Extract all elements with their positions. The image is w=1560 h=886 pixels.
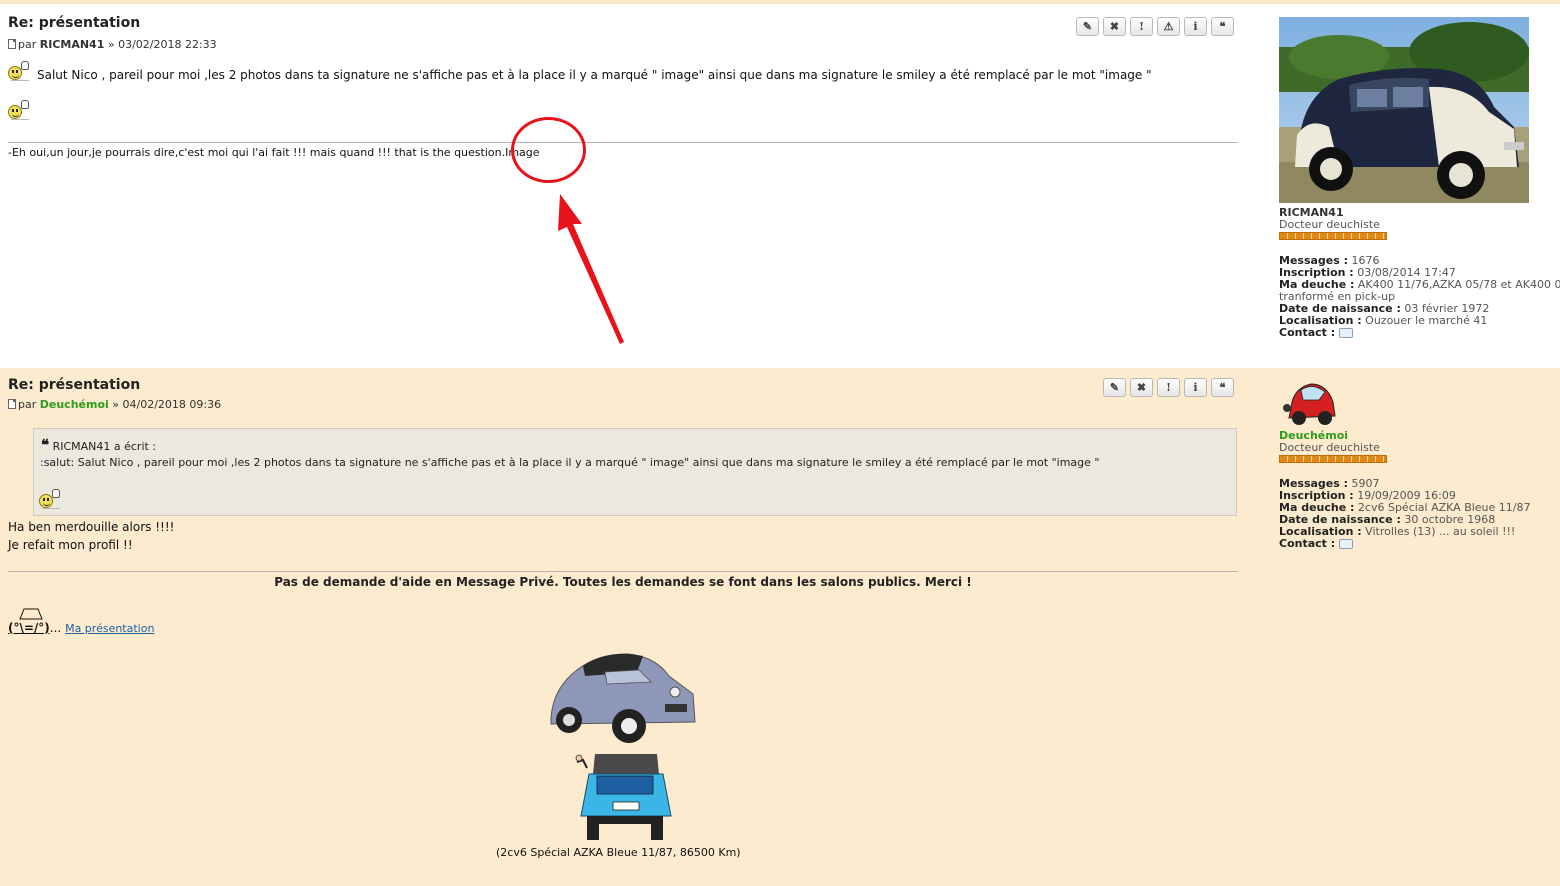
profile-rank: Docteur deuchiste [1279, 218, 1380, 231]
post-ricman41: Re: présentation par RICMAN41 » 03/02/20… [0, 4, 1560, 366]
contact-bubble-icon[interactable] [1338, 328, 1353, 338]
signature-divider [8, 142, 1238, 143]
ma-presentation-link[interactable]: Ma présentation [65, 622, 154, 635]
delete-button[interactable]: ✖ [1103, 17, 1126, 36]
edit-button[interactable]: ✎ [1103, 378, 1126, 397]
edit-button[interactable]: ✎ [1076, 17, 1099, 36]
post-meta: par Deuchémoi » 04/02/2018 09:36 [8, 398, 221, 411]
post-icon[interactable] [8, 39, 16, 49]
post-date: » 03/02/2018 22:33 [107, 38, 217, 51]
signature-text: -Eh oui,un jour,je pourrais dire,c'est m… [8, 146, 540, 159]
contact-bubble-icon[interactable] [1338, 539, 1353, 549]
signature-ellipsis: ... [49, 621, 62, 635]
post-meta: par RICMAN41 » 03/02/2018 22:33 [8, 38, 217, 51]
report-button[interactable]: ! [1157, 378, 1180, 397]
grey-2cv-image [550, 653, 696, 743]
user-profile: RICMAN41 Docteur deuchiste Messages : 16… [1279, 207, 1560, 339]
report-button[interactable]: ! [1130, 17, 1153, 36]
meta-prefix: par [18, 398, 37, 411]
post-body: Salut Nico , pareil pour moi ,les 2 phot… [37, 68, 1152, 82]
contact-label: Contact : [1279, 326, 1336, 339]
contact-label: Contact : [1279, 537, 1336, 550]
meta-prefix: par [18, 38, 37, 51]
warn-button[interactable]: ⚠ [1157, 17, 1180, 36]
delete-button[interactable]: ✖ [1130, 378, 1153, 397]
signature-divider [8, 571, 1238, 572]
rank-bar [1279, 232, 1387, 240]
post-author[interactable]: Deuchémoi [40, 398, 109, 411]
post-body-line-1: Ha ben merdouille alors !!!! [8, 520, 175, 534]
car-caption: (2cv6 Spécial AZKA Bleue 11/87, 86500 Km… [496, 846, 741, 859]
post-deuchemoi: Re: présentation par Deuchémoi » 04/02/2… [0, 368, 1560, 886]
quote-button[interactable]: ❝ [1211, 378, 1234, 397]
salut-smiley-icon [8, 100, 30, 120]
info-button[interactable]: i [1184, 378, 1207, 397]
signature-notice: Pas de demande d'aide en Message Privé. … [274, 575, 972, 589]
quote-text: :salut: Salut Nico , pareil pour moi ,le… [40, 456, 1100, 469]
avatar-car-photo[interactable] [1279, 17, 1529, 203]
user-profile: Deuchémoi Docteur deuchiste Messages : 5… [1279, 430, 1560, 550]
annotation-arrow [558, 194, 624, 344]
blue-2cv-image [575, 754, 672, 840]
location-value: Vitrolles (13) ... au soleil !!! [1365, 525, 1516, 538]
quote-header: ❝ RICMAN41 a écrit : [41, 436, 156, 454]
car-roof-ascii-icon [19, 608, 43, 620]
post-icon[interactable] [8, 399, 16, 409]
signature-ascii-car: (°\=/°) [8, 621, 50, 635]
location-value: Ouzouer le marché 41 [1365, 314, 1488, 327]
quote-button[interactable]: ❝ [1211, 17, 1234, 36]
post-author[interactable]: RICMAN41 [40, 38, 105, 51]
post-actions: ✎ ✖ ! i ❝ [1103, 378, 1234, 397]
avatar-red-car[interactable] [1283, 378, 1339, 428]
salut-smiley-icon [39, 489, 61, 509]
quote-author: RICMAN41 a écrit : [52, 440, 157, 453]
post-title[interactable]: Re: présentation [8, 377, 140, 393]
quote-block: ❝ RICMAN41 a écrit : :salut: Salut Nico … [33, 428, 1237, 516]
info-button[interactable]: i [1184, 17, 1207, 36]
quote-mark-icon: ❝ [41, 436, 50, 454]
salut-smiley-icon [8, 61, 30, 81]
rank-bar [1279, 455, 1387, 463]
signature-line: (°\=/°)... Ma présentation [8, 621, 154, 635]
post-title[interactable]: Re: présentation [8, 15, 140, 31]
post-date: » 04/02/2018 09:36 [112, 398, 222, 411]
annotation-circle [511, 117, 586, 183]
post-actions: ✎ ✖ ! ⚠ i ❝ [1076, 17, 1234, 36]
post-body-line-2: Je refait mon profil !! [8, 538, 133, 552]
profile-rank: Docteur deuchiste [1279, 441, 1380, 454]
